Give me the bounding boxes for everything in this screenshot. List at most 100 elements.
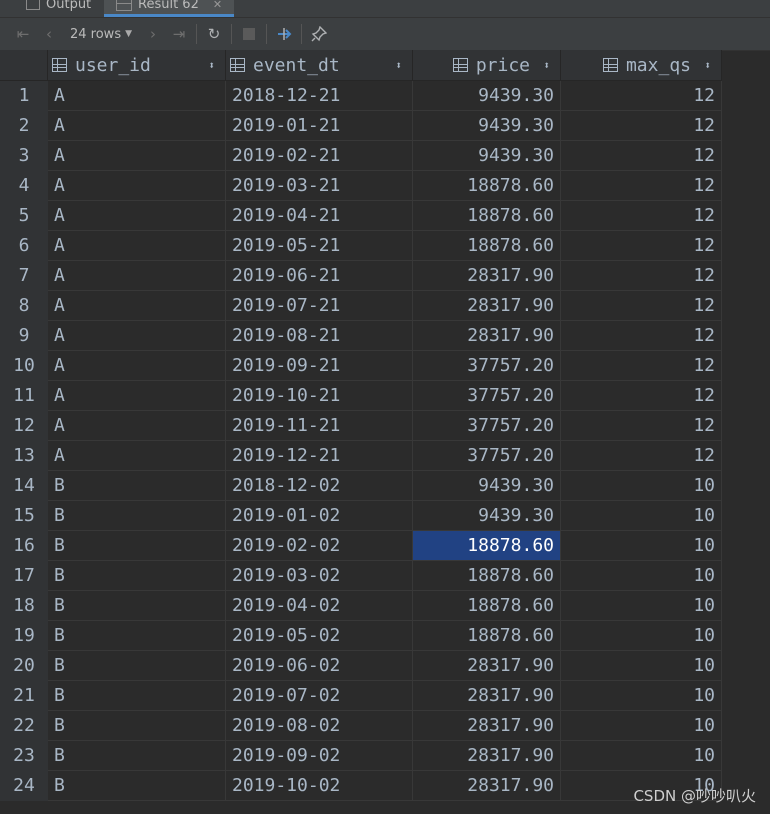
table-row[interactable]: 15 B 2019-01-02 9439.30 10 bbox=[0, 501, 722, 531]
max-qs-cell[interactable]: 12 bbox=[561, 411, 722, 441]
event-dt-cell[interactable]: 2019-01-02 bbox=[226, 501, 413, 531]
max-qs-cell[interactable]: 10 bbox=[561, 561, 722, 591]
row-number[interactable]: 24 bbox=[0, 771, 48, 801]
price-cell[interactable]: 9439.30 bbox=[413, 81, 561, 111]
event-dt-cell[interactable]: 2019-08-21 bbox=[226, 321, 413, 351]
user-id-cell[interactable]: A bbox=[48, 111, 226, 141]
compare-icon[interactable] bbox=[271, 21, 297, 47]
price-cell[interactable]: 28317.90 bbox=[413, 771, 561, 801]
table-row[interactable]: 18 B 2019-04-02 18878.60 10 bbox=[0, 591, 722, 621]
sort-icon[interactable]: ⬍ bbox=[395, 59, 402, 72]
max-qs-cell[interactable]: 12 bbox=[561, 321, 722, 351]
price-cell[interactable]: 18878.60 bbox=[413, 561, 561, 591]
event-dt-cell[interactable]: 2019-01-21 bbox=[226, 111, 413, 141]
user-id-cell[interactable]: B bbox=[48, 501, 226, 531]
table-row[interactable]: 16 B 2019-02-02 18878.60 10 bbox=[0, 531, 722, 561]
row-number[interactable]: 1 bbox=[0, 81, 48, 111]
table-row[interactable]: 24 B 2019-10-02 28317.90 10 bbox=[0, 771, 722, 801]
user-id-cell[interactable]: B bbox=[48, 651, 226, 681]
price-cell[interactable]: 9439.30 bbox=[413, 141, 561, 171]
row-number[interactable]: 14 bbox=[0, 471, 48, 501]
price-cell[interactable]: 28317.90 bbox=[413, 321, 561, 351]
column-header-user-id[interactable]: user_id ⬍ bbox=[48, 50, 226, 81]
price-cell[interactable]: 9439.30 bbox=[413, 501, 561, 531]
user-id-cell[interactable]: A bbox=[48, 381, 226, 411]
event-dt-cell[interactable]: 2019-11-21 bbox=[226, 411, 413, 441]
table-row[interactable]: 12 A 2019-11-21 37757.20 12 bbox=[0, 411, 722, 441]
table-row[interactable]: 14 B 2018-12-02 9439.30 10 bbox=[0, 471, 722, 501]
row-number[interactable]: 13 bbox=[0, 441, 48, 471]
table-row[interactable]: 7 A 2019-06-21 28317.90 12 bbox=[0, 261, 722, 291]
row-number[interactable]: 20 bbox=[0, 651, 48, 681]
user-id-cell[interactable]: A bbox=[48, 261, 226, 291]
table-row[interactable]: 10 A 2019-09-21 37757.20 12 bbox=[0, 351, 722, 381]
column-header-price[interactable]: price ⬍ bbox=[413, 50, 561, 81]
max-qs-cell[interactable]: 10 bbox=[561, 651, 722, 681]
table-row[interactable]: 2 A 2019-01-21 9439.30 12 bbox=[0, 111, 722, 141]
price-cell[interactable]: 18878.60 bbox=[413, 231, 561, 261]
user-id-cell[interactable]: B bbox=[48, 531, 226, 561]
row-number[interactable]: 15 bbox=[0, 501, 48, 531]
tab-result[interactable]: Result 62 ✕ bbox=[104, 0, 235, 17]
row-number[interactable]: 18 bbox=[0, 591, 48, 621]
price-cell[interactable]: 37757.20 bbox=[413, 441, 561, 471]
sort-icon[interactable]: ⬍ bbox=[543, 59, 550, 72]
user-id-cell[interactable]: A bbox=[48, 81, 226, 111]
price-cell[interactable]: 28317.90 bbox=[413, 711, 561, 741]
max-qs-cell[interactable]: 12 bbox=[561, 381, 722, 411]
refresh-icon[interactable]: ↻ bbox=[201, 21, 227, 47]
table-row[interactable]: 13 A 2019-12-21 37757.20 12 bbox=[0, 441, 722, 471]
user-id-cell[interactable]: A bbox=[48, 351, 226, 381]
row-number[interactable]: 11 bbox=[0, 381, 48, 411]
table-row[interactable]: 11 A 2019-10-21 37757.20 12 bbox=[0, 381, 722, 411]
column-header-event-dt[interactable]: event_dt ⬍ bbox=[226, 50, 413, 81]
event-dt-cell[interactable]: 2019-08-02 bbox=[226, 711, 413, 741]
stop-icon[interactable] bbox=[236, 21, 262, 47]
row-number[interactable]: 10 bbox=[0, 351, 48, 381]
table-row[interactable]: 23 B 2019-09-02 28317.90 10 bbox=[0, 741, 722, 771]
user-id-cell[interactable]: B bbox=[48, 711, 226, 741]
max-qs-cell[interactable]: 12 bbox=[561, 231, 722, 261]
max-qs-cell[interactable]: 10 bbox=[561, 501, 722, 531]
row-number[interactable]: 19 bbox=[0, 621, 48, 651]
max-qs-cell[interactable]: 12 bbox=[561, 351, 722, 381]
user-id-cell[interactable]: A bbox=[48, 441, 226, 471]
table-row[interactable]: 3 A 2019-02-21 9439.30 12 bbox=[0, 141, 722, 171]
max-qs-cell[interactable]: 10 bbox=[561, 741, 722, 771]
table-row[interactable]: 17 B 2019-03-02 18878.60 10 bbox=[0, 561, 722, 591]
user-id-cell[interactable]: A bbox=[48, 321, 226, 351]
event-dt-cell[interactable]: 2019-12-21 bbox=[226, 441, 413, 471]
event-dt-cell[interactable]: 2019-05-02 bbox=[226, 621, 413, 651]
price-cell[interactable]: 37757.20 bbox=[413, 411, 561, 441]
max-qs-cell[interactable]: 12 bbox=[561, 291, 722, 321]
user-id-cell[interactable]: B bbox=[48, 741, 226, 771]
tab-output[interactable]: Output bbox=[26, 0, 91, 14]
price-cell[interactable]: 18878.60 bbox=[413, 621, 561, 651]
price-cell[interactable]: 18878.60 bbox=[413, 591, 561, 621]
max-qs-cell[interactable]: 10 bbox=[561, 531, 722, 561]
row-number[interactable]: 23 bbox=[0, 741, 48, 771]
price-cell[interactable]: 37757.20 bbox=[413, 351, 561, 381]
max-qs-cell[interactable]: 12 bbox=[561, 171, 722, 201]
user-id-cell[interactable]: A bbox=[48, 231, 226, 261]
row-number[interactable]: 9 bbox=[0, 321, 48, 351]
event-dt-cell[interactable]: 2019-10-02 bbox=[226, 771, 413, 801]
event-dt-cell[interactable]: 2019-07-02 bbox=[226, 681, 413, 711]
row-number[interactable]: 7 bbox=[0, 261, 48, 291]
price-cell[interactable]: 18878.60 bbox=[413, 531, 561, 561]
event-dt-cell[interactable]: 2018-12-02 bbox=[226, 471, 413, 501]
user-id-cell[interactable]: A bbox=[48, 201, 226, 231]
price-cell[interactable]: 18878.60 bbox=[413, 171, 561, 201]
max-qs-cell[interactable]: 12 bbox=[561, 111, 722, 141]
price-cell[interactable]: 18878.60 bbox=[413, 201, 561, 231]
row-number[interactable]: 5 bbox=[0, 201, 48, 231]
table-row[interactable]: 22 B 2019-08-02 28317.90 10 bbox=[0, 711, 722, 741]
user-id-cell[interactable]: B bbox=[48, 771, 226, 801]
max-qs-cell[interactable]: 10 bbox=[561, 621, 722, 651]
row-number[interactable]: 21 bbox=[0, 681, 48, 711]
row-number[interactable]: 12 bbox=[0, 411, 48, 441]
table-row[interactable]: 6 A 2019-05-21 18878.60 12 bbox=[0, 231, 722, 261]
event-dt-cell[interactable]: 2019-02-02 bbox=[226, 531, 413, 561]
table-row[interactable]: 20 B 2019-06-02 28317.90 10 bbox=[0, 651, 722, 681]
price-cell[interactable]: 9439.30 bbox=[413, 111, 561, 141]
